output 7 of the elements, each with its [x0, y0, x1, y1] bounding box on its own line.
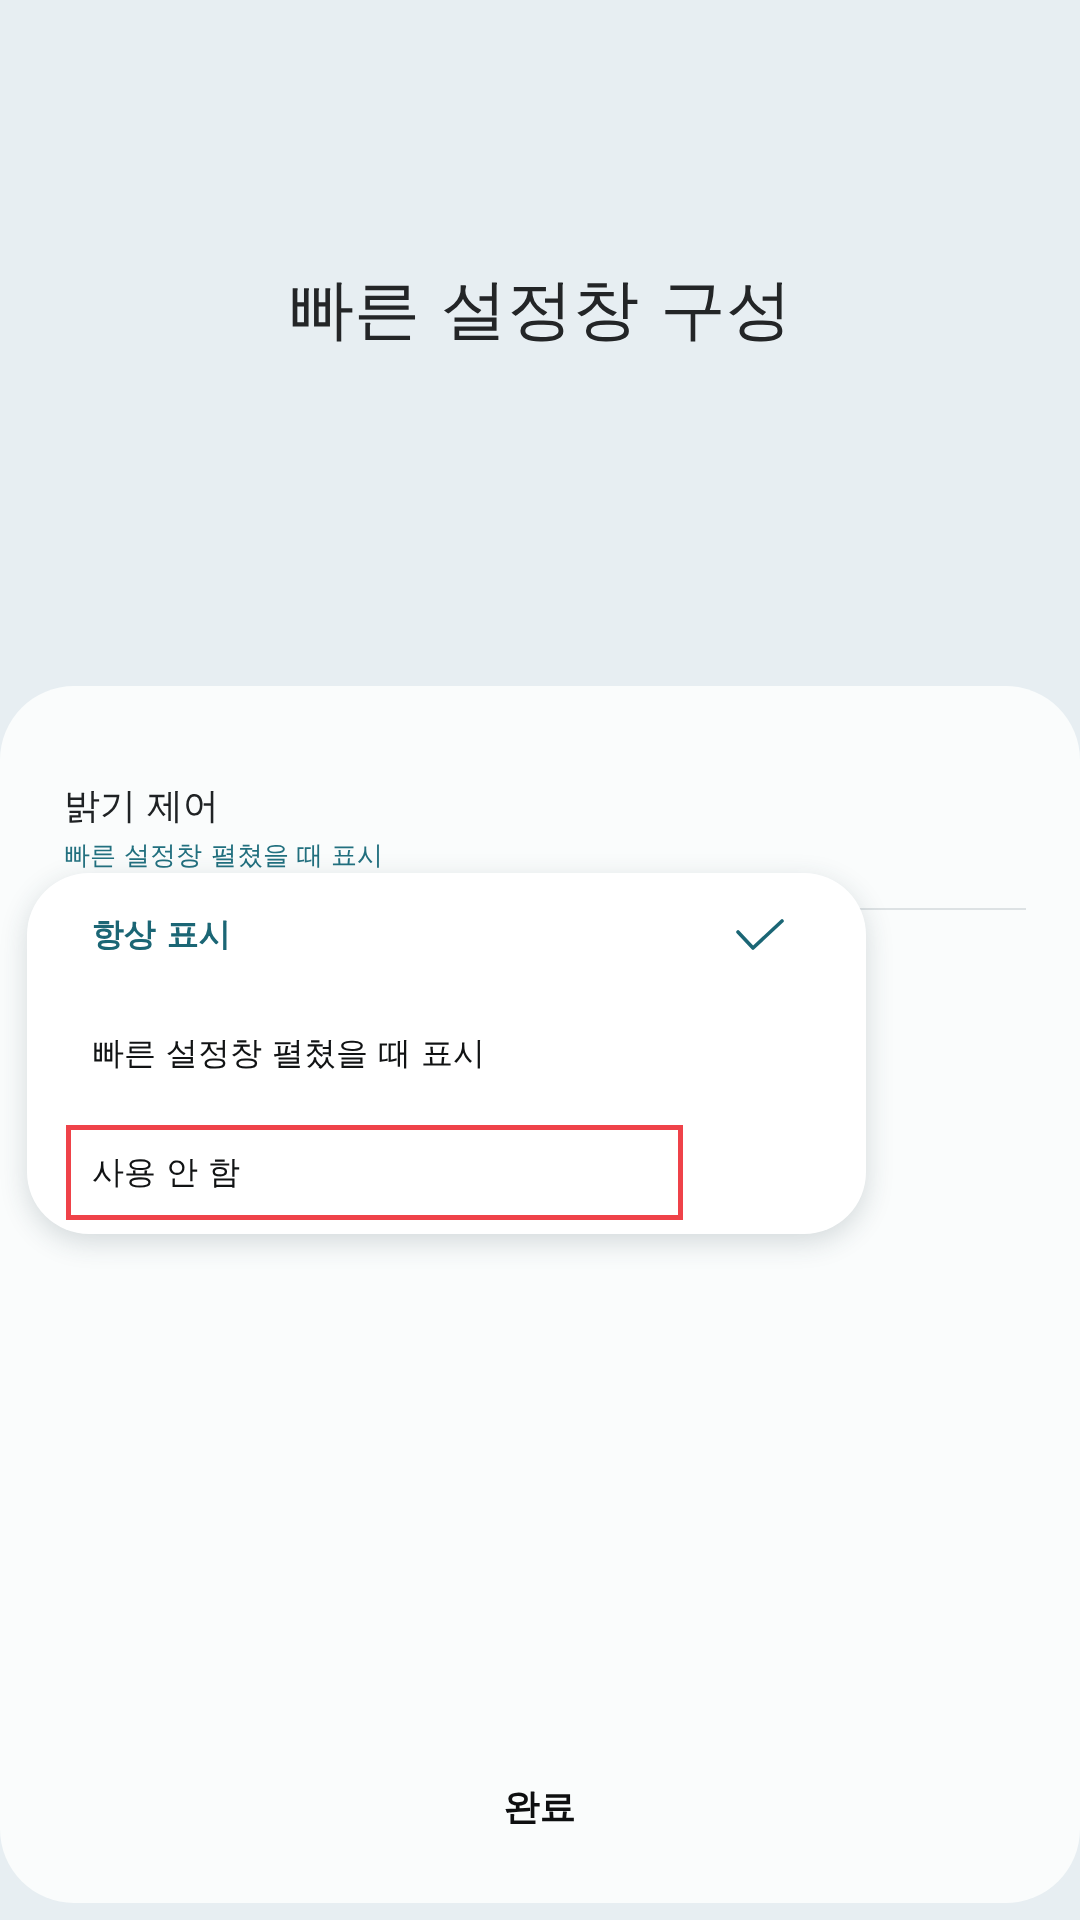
menu-option[interactable]: 항상 표시: [66, 887, 683, 982]
setting-value: 빠른 설정창 펼쳤을 때 표시: [64, 839, 384, 872]
setting-label: 밝기 제어: [64, 784, 220, 828]
menu-option[interactable]: 사용 안 함: [66, 1125, 683, 1220]
done-button[interactable]: 완료: [504, 1785, 576, 1829]
page-title: 빠른 설정창 구성: [288, 270, 792, 350]
menu-option[interactable]: 빠른 설정창 펼쳤을 때 표시: [66, 1006, 683, 1101]
